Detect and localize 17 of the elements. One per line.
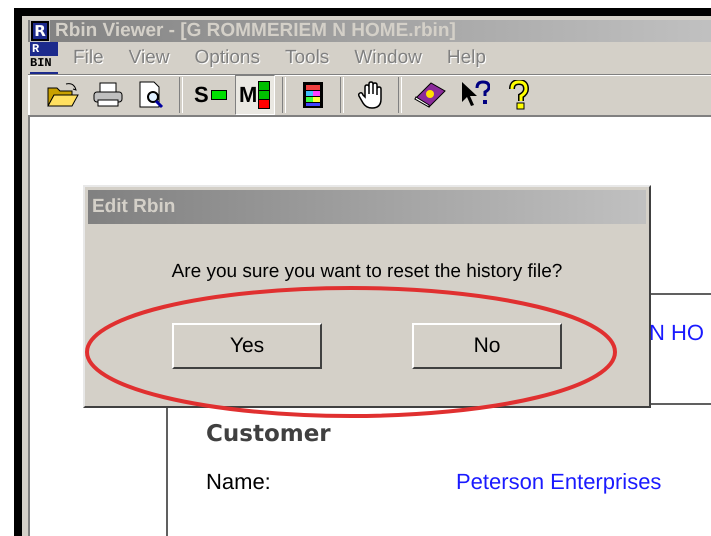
open-folder-icon [46,82,80,108]
document-heading: N HO [649,320,704,345]
dialog-button[interactable]: Yes [172,323,322,369]
dialog-message: Are you sure you want to reset the history file? [170,261,564,283]
app-logo[interactable]: R BIN [30,42,58,74]
color-grid-icon [302,81,324,109]
toolbar-button[interactable]: S [190,75,231,115]
section-heading: Customer [206,421,332,447]
field-value: Peterson Enterprises [456,469,662,495]
field-label: Name: [206,469,272,495]
book-icon [412,81,447,109]
toolbar-button[interactable]: M [234,75,275,115]
dialog-button[interactable]: No [412,323,562,369]
printer-icon [92,82,124,108]
app-icon: R [31,21,49,41]
dialog-title: Edit Rbin [88,190,646,224]
question-mark-icon [508,80,529,110]
